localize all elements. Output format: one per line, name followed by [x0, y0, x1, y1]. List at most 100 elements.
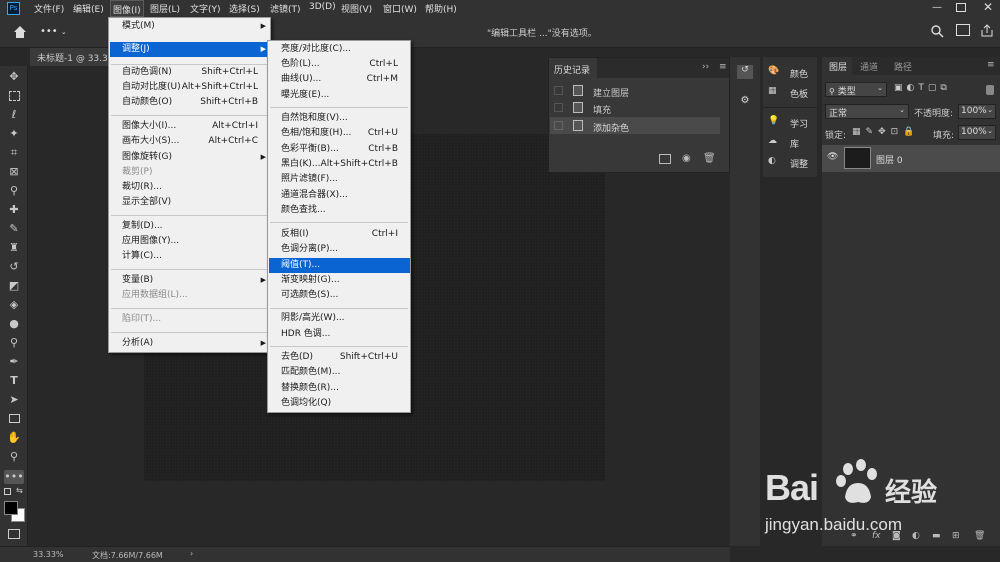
menu-3d[interactable]: 3D(D) [309, 2, 336, 12]
maximize-icon[interactable] [956, 3, 966, 12]
hand-tool-icon[interactable]: ✋ [7, 431, 21, 445]
swatches-panel-item[interactable]: ▦ 色板 [768, 86, 816, 100]
menu-item-color-balance[interactable]: 色彩平衡(B)... Ctrl+B [268, 142, 410, 157]
menu-edit[interactable]: 编辑(E) [73, 2, 104, 15]
default-colors-icon[interactable] [4, 488, 11, 495]
type-filter-icon[interactable]: T [918, 83, 928, 93]
brush-tool-icon[interactable]: ✎ [7, 222, 21, 236]
menu-item-auto-contrast[interactable]: 自动对比度(U) Alt+Shift+Ctrl+L [109, 80, 270, 95]
menu-window[interactable]: 窗口(W) [383, 2, 417, 15]
menu-item-image-rotation[interactable]: 图像旋转(G) ▶ [109, 150, 270, 165]
pen-tool-icon[interactable]: ✒ [7, 355, 21, 369]
pixel-filter-icon[interactable]: ▣ [894, 83, 907, 93]
lock-paint-icon[interactable]: ✎ [866, 127, 879, 137]
lasso-tool-icon[interactable]: ℓ [7, 108, 21, 122]
shape-tool-icon[interactable] [7, 412, 21, 426]
menu-item-match-color[interactable]: 匹配颜色(M)... [268, 365, 410, 380]
menu-item-variables[interactable]: 变量(B) ▶ [109, 273, 270, 288]
menu-item-color-lookup[interactable]: 颜色查找... [268, 203, 410, 218]
history-brush-icon[interactable]: ↺ [7, 260, 21, 274]
menu-item-canvas-size[interactable]: 画布大小(S)... Alt+Ctrl+C [109, 134, 270, 149]
app-logo[interactable]: Ps [7, 2, 20, 15]
history-step[interactable]: 建立图层 [550, 83, 720, 99]
menu-item-image-size[interactable]: 图像大小(I)... Alt+Ctrl+I [109, 119, 270, 134]
menu-item-analysis[interactable]: 分析(A) ▶ [109, 336, 270, 351]
lock-all-icon[interactable]: 🔒 [903, 127, 919, 137]
adjust-filter-icon[interactable]: ◐ [907, 83, 919, 93]
menu-item-exposure[interactable]: 曝光度(E)... [268, 88, 410, 103]
zoom-tool-icon[interactable]: ⚲ [7, 450, 21, 464]
trash-icon[interactable]: 🗑 [703, 153, 716, 164]
move-tool-icon[interactable]: ✥ [7, 70, 21, 84]
tab-layers[interactable]: 图层 [822, 57, 852, 75]
menu-item-reveal-all[interactable]: 显示全部(V) [109, 195, 270, 210]
menu-item-posterize[interactable]: 色调分离(P)... [268, 242, 410, 257]
paint-bucket-icon[interactable]: ◈ [7, 298, 21, 312]
history-panel-icon[interactable]: ↺ [737, 65, 753, 79]
menu-select[interactable]: 选择(S) [229, 2, 260, 15]
lock-artboard-icon[interactable]: ⊡ [891, 127, 904, 137]
crop-tool-icon[interactable]: ⌗ [7, 146, 21, 160]
menu-file[interactable]: 文件(F) [34, 2, 64, 15]
menu-item-calculations[interactable]: 计算(C)... [109, 249, 270, 264]
eyedropper-icon[interactable]: ⚲ [7, 184, 21, 198]
color-panel-item[interactable]: 🎨 颜色 [768, 66, 816, 80]
foreground-color-swatch[interactable] [4, 501, 18, 515]
search-icon[interactable] [930, 24, 944, 38]
collapse-icon[interactable]: ›› [702, 62, 709, 72]
tab-paths[interactable]: 路径 [894, 60, 912, 73]
layer-row[interactable]: 👁 图层 0 [822, 145, 1000, 172]
menu-item-hdr-toning[interactable]: HDR 色调... [268, 327, 410, 342]
layer-filter-select[interactable]: ⚲ 类型 ⌄ [825, 82, 887, 97]
menu-item-shadows-highlights[interactable]: 阴影/高光(W)... [268, 311, 410, 326]
eraser-tool-icon[interactable]: ◩ [7, 279, 21, 293]
history-step-active[interactable]: 添加杂色 [550, 117, 720, 134]
menu-item-vibrance[interactable]: 自然饱和度(V)... [268, 111, 410, 126]
document-tab[interactable]: 未标题-1 @ 33.3 [30, 48, 110, 66]
blend-mode-select[interactable]: 正常 ⌄ [825, 104, 909, 119]
lock-pixels-icon[interactable]: ▦ [852, 127, 866, 137]
menu-item-replace-color[interactable]: 替换颜色(R)... [268, 381, 410, 396]
healing-brush-icon[interactable]: ✚ [7, 203, 21, 217]
menu-item-levels[interactable]: 色阶(L)... Ctrl+L [268, 57, 410, 72]
menu-help[interactable]: 帮助(H) [425, 2, 457, 15]
magic-wand-icon[interactable]: ✦ [7, 127, 21, 141]
panel-menu-icon[interactable]: ≡ [719, 62, 727, 72]
layer-name[interactable]: 图层 0 [876, 153, 903, 166]
filter-toggle[interactable] [986, 85, 994, 95]
tab-channels[interactable]: 通道 [860, 60, 878, 73]
zoom-level[interactable]: 33.33% [33, 550, 64, 559]
menu-layer[interactable]: 图层(L) [150, 2, 180, 15]
share-icon[interactable] [980, 24, 994, 38]
menu-item-equalize[interactable]: 色调均化(Q) [268, 396, 410, 411]
close-icon[interactable]: ✕ [983, 0, 993, 14]
adjustments-panel-item[interactable]: ◐ 调整 [768, 156, 816, 170]
lock-position-icon[interactable]: ✥ [878, 127, 891, 137]
blur-tool-icon[interactable]: ● [7, 317, 21, 331]
frame-tool-icon[interactable]: ⊠ [7, 165, 21, 179]
menu-item-selective-color[interactable]: 可选颜色(S)... [268, 288, 410, 303]
menu-item-brightness-contrast[interactable]: 亮度/对比度(C)... [268, 42, 410, 57]
menu-item-trim[interactable]: 裁切(R)... [109, 180, 270, 195]
stamp-tool-icon[interactable]: ♜ [7, 241, 21, 255]
learn-panel-item[interactable]: 💡 学习 [768, 116, 816, 130]
menu-item-invert[interactable]: 反相(I) Ctrl+I [268, 227, 410, 242]
quick-mask-icon[interactable] [8, 529, 20, 539]
marquee-tool-icon[interactable] [7, 89, 21, 103]
history-step[interactable]: 填充 [550, 100, 720, 116]
menu-item-auto-tone[interactable]: 自动色调(N) Shift+Ctrl+L [109, 65, 270, 80]
edit-toolbar-icon[interactable]: ••• [4, 470, 24, 484]
swap-colors-icon[interactable]: ⇆ [16, 486, 23, 495]
dodge-tool-icon[interactable]: ⚲ [7, 336, 21, 350]
history-tab[interactable]: 历史记录 [549, 58, 597, 78]
menu-item-desaturate[interactable]: 去色(D) Shift+Ctrl+U [268, 350, 410, 365]
tool-preset-picker[interactable]: ••• ⌄ [40, 26, 67, 37]
fill-input[interactable]: 100% ⌄ [958, 125, 996, 140]
menu-item-threshold[interactable]: 阈值(T)... [269, 258, 410, 273]
eye-icon[interactable]: 👁 [827, 152, 838, 162]
checkbox-icon[interactable] [554, 103, 563, 112]
menu-item-adjustments[interactable]: 调整(J) ▶ [110, 42, 270, 57]
menu-view[interactable]: 视图(V) [341, 2, 372, 15]
menu-item-auto-color[interactable]: 自动颜色(O) Shift+Ctrl+B [109, 95, 270, 110]
shape-filter-icon[interactable]: ▢ [928, 83, 941, 93]
